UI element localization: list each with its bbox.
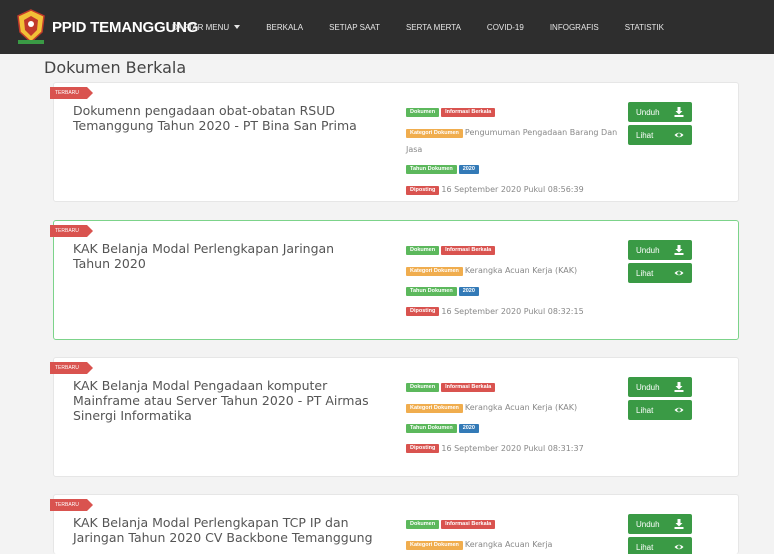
badge-dokumen: Dokumen [406,246,440,255]
nav-item-serta-merta[interactable]: SERTA MERTA [406,23,461,32]
badge-kategori: Kategori Dokumen [406,128,463,138]
badge-informasi-berkala: Informasi Berkala [441,383,496,392]
badge-kategori: Kategori Dokumen [406,540,463,550]
document-title[interactable]: Dokumenn pengadaan obat-obatan RSUD Tema… [73,103,373,133]
meta-category-row: Kategori Dokumen Kerangka Acuan Kerja (KA… [406,263,621,280]
document-meta: Dokumen Informasi Berkala Kategori Dokume… [406,243,621,324]
badge-tahun: Tahun Dokumen [406,165,457,174]
eye-icon [674,270,684,276]
meta-type-row: Dokumen Informasi Berkala [406,517,621,533]
meta-category-row: Kategori Dokumen Kerangka Acuan Kerja (KA… [406,400,621,417]
badge-dokumen: Dokumen [406,383,440,392]
download-icon [674,245,684,255]
badge-kategori: Kategori Dokumen [406,403,463,413]
meta-type-row: Dokumen Informasi Berkala [406,105,621,121]
eye-icon [674,132,684,138]
nav-item-setiap-saat[interactable]: SETIAP SAAT [329,23,380,32]
unduh-label: Unduh [636,519,660,529]
document-title[interactable]: KAK Belanja Modal Perlengkapan Jaringan … [73,241,373,271]
badge-diposting: Diposting [406,307,440,316]
unduh-label: Unduh [636,107,660,117]
unduh-button[interactable]: Unduh [628,514,692,534]
nav-item-covid-19[interactable]: COVID-19 [487,23,524,32]
document-title[interactable]: KAK Belanja Modal Pengadaan komputer Mai… [73,378,373,423]
document-card: TERBARU KAK Belanja Modal Pengadaan komp… [50,357,739,477]
lihat-button[interactable]: Lihat [628,537,692,554]
download-icon [674,382,684,392]
new-ribbon: TERBARU [50,225,93,237]
document-actions: Unduh Lihat [628,514,692,554]
badge-informasi-berkala: Informasi Berkala [441,108,496,117]
document-card: TERBARU KAK Belanja Modal Perlengkapan J… [50,220,739,340]
badge-tahun: Tahun Dokumen [406,286,457,296]
posted-value: 16 September 2020 Pukul 08:31:37 [441,443,584,453]
badge-dokumen: Dokumen [406,108,440,117]
badge-diposting: Diposting [406,444,440,453]
category-value: Kerangka Acuan Kerja (KAK) [464,266,578,275]
document-actions: Unduh Lihat [628,240,692,286]
badge-informasi-berkala: Informasi Berkala [441,246,496,255]
download-icon [674,107,684,117]
lihat-label: Lihat [636,268,654,278]
document-meta: Dokumen Informasi Berkala Kategori Dokume… [406,380,621,461]
meta-type-row: Dokumen Informasi Berkala [406,243,621,259]
nav-item-label: DAFTAR MENU [172,22,230,32]
meta-category-row: Kategori Dokumen Kerangka Acuan Kerja [406,537,621,554]
nav-menu: DAFTAR MENU BERKALA SETIAP SAAT SERTA ME… [172,0,690,54]
chevron-down-icon [234,25,241,29]
posted-value: 16 September 2020 Pukul 08:56:39 [441,185,584,194]
nav-item-statistik[interactable]: STATISTIK [625,23,664,32]
lihat-button[interactable]: Lihat [628,263,692,283]
category-value: Kerangka Acuan Kerja [464,540,553,549]
document-card: TERBARU KAK Belanja Modal Perlengkapan T… [50,494,739,554]
nav-item-berkala[interactable]: BERKALA [266,23,303,32]
lihat-label: Lihat [636,130,654,140]
document-title[interactable]: KAK Belanja Modal Perlengkapan TCP IP da… [73,515,373,545]
unduh-label: Unduh [636,382,660,392]
eye-icon [674,544,684,550]
year-value: 2020 [458,286,479,296]
document-meta: Dokumen Informasi Berkala Kategori Dokume… [406,105,621,203]
meta-year-row: Tahun Dokumen 2020 [406,284,621,300]
badge-kategori: Kategori Dokumen [406,266,463,276]
page-title: Dokumen Berkala [44,58,187,77]
meta-posted-row: Diposting 16 September 2020 Pukul 08:32:1… [406,304,621,321]
meta-type-row: Dokumen Informasi Berkala [406,380,621,396]
top-navbar: PPID TEMANGGUNG DAFTAR MENU BERKALA SETI… [0,0,774,54]
lihat-button[interactable]: Lihat [628,400,692,420]
meta-posted-row: Diposting 16 September 2020 Pukul 08:56:3… [406,182,621,199]
year-value: 2020 [458,423,479,433]
lihat-label: Lihat [636,542,654,552]
download-icon [674,519,684,529]
document-card: TERBARU Dokumenn pengadaan obat-obatan R… [50,82,739,203]
lihat-button[interactable]: Lihat [628,125,692,145]
meta-year-row: Tahun Dokumen 2020 [406,421,621,437]
badge-dokumen: Dokumen [406,520,440,529]
unduh-button[interactable]: Unduh [628,102,692,122]
new-ribbon: TERBARU [50,499,93,511]
meta-category-row: Kategori Dokumen Pengumuman Pengadaan Bar… [406,125,621,158]
posted-value: 16 September 2020 Pukul 08:32:15 [441,306,584,316]
year-value: 2020 [458,165,479,174]
meta-posted-row: Diposting 16 September 2020 Pukul 08:31:3… [406,441,621,458]
unduh-button[interactable]: Unduh [628,240,692,260]
badge-informasi-berkala: Informasi Berkala [441,520,496,529]
badge-diposting: Diposting [406,185,440,195]
kak-regency-crest-icon [17,9,45,44]
unduh-button[interactable]: Unduh [628,377,692,397]
document-actions: Unduh Lihat [628,377,692,423]
badge-tahun: Tahun Dokumen [406,423,457,433]
meta-year-row: Tahun Dokumen 2020 [406,162,621,178]
eye-icon [674,407,684,413]
document-actions: Unduh Lihat [628,102,692,148]
nav-item-daftar-menu[interactable]: DAFTAR MENU [172,22,241,32]
brand-link[interactable]: PPID TEMANGGUNG [14,8,198,46]
lihat-label: Lihat [636,405,654,415]
nav-item-infografis[interactable]: INFOGRAFIS [550,23,599,32]
new-ribbon: TERBARU [50,362,93,374]
unduh-label: Unduh [636,245,660,255]
category-value: Kerangka Acuan Kerja (KAK) [464,403,578,412]
new-ribbon: TERBARU [50,87,93,99]
document-meta: Dokumen Informasi Berkala Kategori Dokume… [406,517,621,554]
